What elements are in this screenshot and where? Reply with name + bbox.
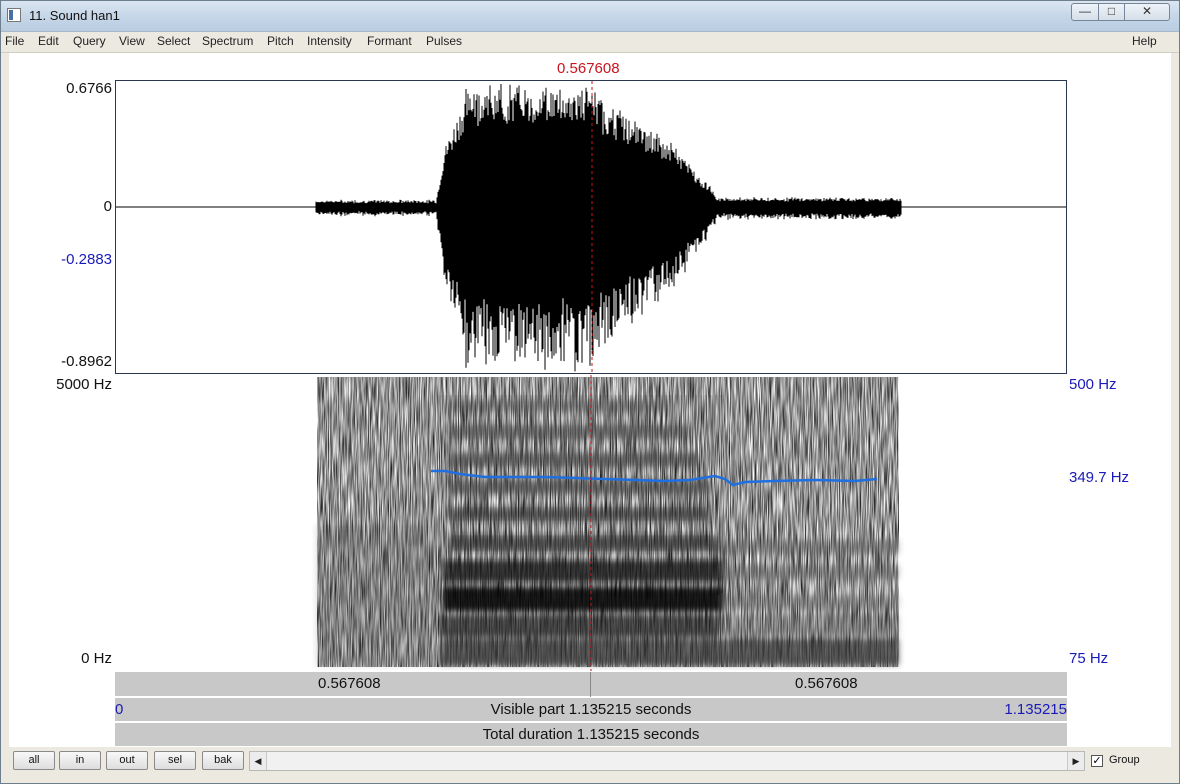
zoom-back-button[interactable]: bak: [202, 751, 244, 770]
menu-help[interactable]: Help: [1132, 34, 1157, 48]
menu-select[interactable]: Select: [157, 34, 190, 48]
menu-file[interactable]: File: [5, 34, 24, 48]
close-button[interactable]: ✕: [1124, 3, 1170, 21]
wave-ymin-label: -0.8962: [61, 353, 112, 370]
harmonic-striation: [439, 395, 723, 665]
menu-formant[interactable]: Formant: [367, 34, 412, 48]
menu-pulses[interactable]: Pulses: [426, 34, 462, 48]
waveform-trace: [315, 84, 902, 372]
app-icon: [7, 8, 21, 22]
check-icon[interactable]: ✓: [1091, 755, 1103, 767]
menu-view[interactable]: View: [119, 34, 145, 48]
wave-cursor-amp-label: -0.2883: [61, 251, 112, 268]
wave-zero-label: 0: [103, 198, 112, 215]
time-bar-left-value: 0.567608: [318, 675, 381, 692]
zoom-in-button[interactable]: in: [59, 751, 101, 770]
menu-intensity[interactable]: Intensity: [307, 34, 352, 48]
group-label: Group: [1109, 754, 1140, 766]
visible-part-label: Visible part 1.135215 seconds: [490, 701, 692, 718]
total-duration-bar[interactable]: Total duration 1.135215 seconds: [115, 722, 1067, 746]
spec-freq-top-label: 5000 Hz: [56, 376, 112, 393]
menu-spectrum[interactable]: Spectrum: [202, 34, 253, 48]
zoom-selection-button[interactable]: sel: [154, 751, 196, 770]
scroll-left-arrow-icon[interactable]: ◀: [250, 752, 267, 770]
cursor-time-bar[interactable]: 0.567608 0.567608: [115, 671, 1067, 697]
pitch-cursor-label: 349.7 Hz: [1069, 469, 1130, 486]
pitch-bottom-label: 75 Hz: [1069, 650, 1109, 667]
menu-pitch[interactable]: Pitch: [267, 34, 294, 48]
scroll-right-arrow-icon[interactable]: ▶: [1067, 752, 1084, 770]
sound-editor-area: 0.567608 0.6766 0 -0.2883 -0.8962 5000 H…: [9, 53, 1171, 747]
wave-ymax-label: 0.6766: [66, 80, 112, 97]
all-button[interactable]: all: [13, 751, 55, 770]
minimize-button[interactable]: —: [1071, 3, 1099, 21]
time-bar-divider: [590, 672, 591, 697]
menu-edit[interactable]: Edit: [38, 34, 59, 48]
pitch-top-label: 500 Hz: [1069, 376, 1117, 393]
bottom-toolbar: all in out sel bak ◀ ▶ ✓ Group: [9, 749, 1171, 777]
sound-editor-window: 11. Sound han1 — □ ✕ File Edit Query Vie…: [0, 0, 1180, 784]
maximize-button[interactable]: □: [1098, 3, 1125, 21]
cursor-time-label: 0.567608: [557, 60, 620, 77]
zoom-out-button[interactable]: out: [106, 751, 148, 770]
title-bar[interactable]: 11. Sound han1 — □ ✕: [1, 1, 1179, 32]
visible-end: 1.135215: [1004, 701, 1067, 718]
total-duration-label: Total duration 1.135215 seconds: [482, 726, 700, 743]
menu-query[interactable]: Query: [73, 34, 106, 48]
horizontal-scrollbar[interactable]: ◀ ▶: [249, 751, 1085, 771]
window-title: 11. Sound han1: [29, 8, 120, 23]
spectrogram-panel[interactable]: [115, 375, 1067, 671]
menu-bar: File Edit Query View Select Spectrum Pit…: [1, 32, 1179, 53]
waveform-panel[interactable]: [115, 80, 1067, 374]
spec-freq-bottom-label: 0 Hz: [81, 650, 112, 667]
time-bar-right-value: 0.567608: [795, 675, 858, 692]
visible-part-bar[interactable]: 0 Visible part 1.135215 seconds 1.135215: [115, 697, 1067, 721]
